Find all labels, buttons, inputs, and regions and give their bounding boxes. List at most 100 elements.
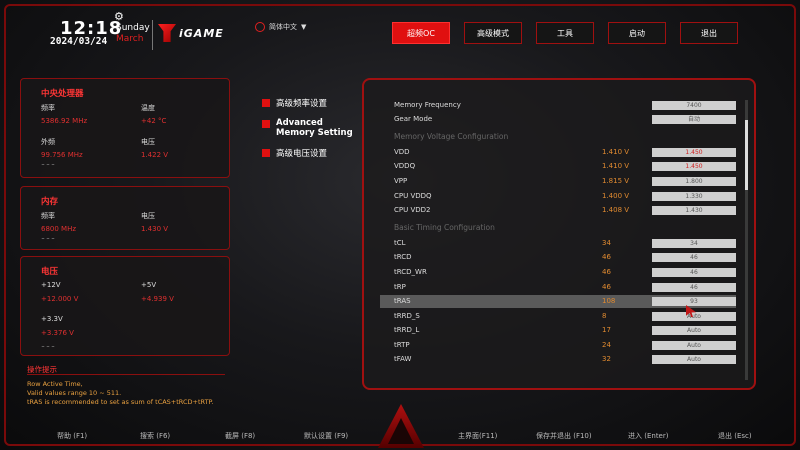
- setting-input[interactable]: 46: [652, 253, 736, 262]
- footer-screenshot[interactable]: 截屏 (F8): [225, 431, 255, 441]
- setting-row-tcl[interactable]: tCL 34 34: [394, 237, 736, 250]
- panel-dots: ˜˜˜: [41, 163, 56, 172]
- setting-row-tras[interactable]: tRAS 108 93: [380, 295, 736, 308]
- voltage-panel: 电压 +12V +12.000 V +5V +4.939 V +3.3V +3.…: [20, 256, 230, 356]
- setting-input[interactable]: Auto: [652, 312, 736, 321]
- month: March: [116, 34, 144, 44]
- mem-volt-value: 1.430 V: [141, 225, 169, 233]
- mem-volt-label: 电压: [141, 212, 155, 220]
- cpu-panel: 中央处理器 频率 5386.92 MHz 温度 +42 °C 外频 99.756…: [20, 78, 230, 178]
- brand-logo: iGAME: [158, 24, 224, 42]
- menu-advanced-frequency[interactable]: 高级频率设置: [262, 97, 327, 109]
- footer-save-exit[interactable]: 保存并退出 (F10): [536, 431, 592, 441]
- mem-freq-label: 频率: [41, 212, 55, 220]
- setting-input[interactable]: 46: [652, 283, 736, 292]
- setting-row-trcd[interactable]: tRCD 46 46: [394, 251, 736, 264]
- language-select[interactable]: 简体中文 ▼: [255, 22, 306, 32]
- setting-name: tRRD_S: [394, 312, 420, 320]
- footer-defaults[interactable]: 默认设置 (F9): [304, 431, 348, 441]
- cpu-freq-value: 5386.92 MHz: [41, 117, 88, 125]
- setting-input[interactable]: 1.800: [652, 177, 736, 186]
- tab-oc[interactable]: 超频OC: [392, 22, 450, 44]
- setting-current: 1.815 V: [602, 177, 630, 185]
- voltage-title: 电压: [41, 267, 59, 277]
- tab-boot[interactable]: 启动: [608, 22, 666, 44]
- setting-input[interactable]: 93: [652, 297, 736, 306]
- menu-advanced-voltage[interactable]: 高级电压设置: [262, 147, 327, 159]
- setting-row-gear-mode[interactable]: Gear Mode 自动: [394, 113, 736, 126]
- setting-input[interactable]: 34: [652, 239, 736, 248]
- language-label: 简体中文: [269, 23, 297, 31]
- setting-select[interactable]: 自动: [652, 115, 736, 124]
- setting-input[interactable]: Auto: [652, 341, 736, 350]
- setting-current: 108: [602, 297, 616, 305]
- scrollbar-thumb[interactable]: [745, 120, 748, 190]
- setting-select[interactable]: 7400: [652, 101, 736, 110]
- setting-input[interactable]: 46: [652, 268, 736, 277]
- cpu-freq-label: 频率: [41, 104, 55, 112]
- setting-current: 8: [602, 312, 607, 320]
- setting-name: tRAS: [394, 297, 411, 305]
- gear-icon[interactable]: ⚙: [114, 10, 124, 23]
- footer-exit[interactable]: 退出 (Esc): [718, 431, 752, 441]
- setting-row-trrd-l[interactable]: tRRD_L 17 Auto: [394, 324, 736, 337]
- menu-label: 高级电压设置: [276, 149, 328, 159]
- setting-name: CPU VDDQ: [394, 192, 432, 200]
- setting-input[interactable]: 1.330: [652, 192, 736, 201]
- setting-row-trtp[interactable]: tRTP 24 Auto: [394, 339, 736, 352]
- cpu-bclk-label: 外频: [41, 138, 55, 146]
- bullet-icon: [262, 99, 270, 107]
- setting-current: 1.408 V: [602, 206, 630, 214]
- cpu-temp-value: +42 °C: [141, 117, 167, 125]
- v12-label: +12V: [41, 281, 61, 289]
- setting-input[interactable]: Auto: [652, 326, 736, 335]
- globe-icon: [255, 22, 265, 32]
- setting-current: 1.410 V: [602, 148, 630, 156]
- bullet-icon: [262, 120, 270, 128]
- tab-exit[interactable]: 退出: [680, 22, 738, 44]
- header-divider: [152, 20, 153, 50]
- setting-input[interactable]: Auto: [652, 355, 736, 364]
- menu-label: 高级频率设置: [276, 99, 328, 109]
- setting-current: 46: [602, 253, 611, 261]
- setting-current: 17: [602, 326, 611, 334]
- setting-row-trcd-wr[interactable]: tRCD_WR 46 46: [394, 266, 736, 279]
- footer-help[interactable]: 帮助 (F1): [57, 431, 87, 441]
- v33-value: +3.376 V: [41, 329, 74, 337]
- help-divider: [27, 374, 225, 375]
- setting-input[interactable]: 1.450: [652, 162, 736, 171]
- top-navigation: 超频OC 高级模式 工具 启动 退出: [392, 22, 738, 44]
- setting-name: tRP: [394, 283, 406, 291]
- setting-row-trrd-s[interactable]: tRRD_S 8 Auto: [394, 310, 736, 323]
- setting-row-vpp[interactable]: VPP 1.815 V 1.800: [394, 175, 736, 188]
- v5-value: +4.939 V: [141, 295, 174, 303]
- memory-title: 内存: [41, 197, 59, 207]
- cpu-title: 中央处理器: [41, 89, 84, 99]
- tab-advanced[interactable]: 高级模式: [464, 22, 522, 44]
- setting-current: 1.400 V: [602, 192, 630, 200]
- footer-search[interactable]: 搜索 (F6): [140, 431, 170, 441]
- setting-row-memory-frequency[interactable]: Memory Frequency 7400: [394, 99, 736, 112]
- footer-main[interactable]: 主界面(F11): [458, 431, 497, 441]
- setting-input[interactable]: 1.450: [652, 148, 736, 157]
- setting-row-cpu-vdd2[interactable]: CPU VDD2 1.408 V 1.430: [394, 204, 736, 217]
- setting-current: 46: [602, 268, 611, 276]
- setting-name: CPU VDD2: [394, 206, 431, 214]
- footer-enter[interactable]: 进入 (Enter): [628, 431, 668, 441]
- setting-row-tfaw[interactable]: tFAW 32 Auto: [394, 353, 736, 366]
- setting-current: 1.410 V: [602, 162, 630, 170]
- menu-advanced-memory[interactable]: Advanced Memory Setting: [262, 118, 362, 138]
- setting-row-cpu-vddq[interactable]: CPU VDDQ 1.400 V 1.330: [394, 190, 736, 203]
- setting-row-vddq[interactable]: VDDQ 1.410 V 1.450: [394, 160, 736, 173]
- tab-tools[interactable]: 工具: [536, 22, 594, 44]
- cpu-volt-value: 1.422 V: [141, 151, 169, 159]
- setting-row-vdd[interactable]: VDD 1.410 V 1.450: [394, 146, 736, 159]
- setting-row-trp[interactable]: tRP 46 46: [394, 281, 736, 294]
- bullet-icon: [262, 149, 270, 157]
- settings-panel: Memory Frequency 7400 Gear Mode 自动 Memor…: [362, 78, 756, 390]
- setting-input[interactable]: 1.430: [652, 206, 736, 215]
- setting-name: VDD: [394, 148, 410, 156]
- scrollbar[interactable]: [745, 100, 748, 380]
- setting-name: tFAW: [394, 355, 412, 363]
- setting-current: 34: [602, 239, 611, 247]
